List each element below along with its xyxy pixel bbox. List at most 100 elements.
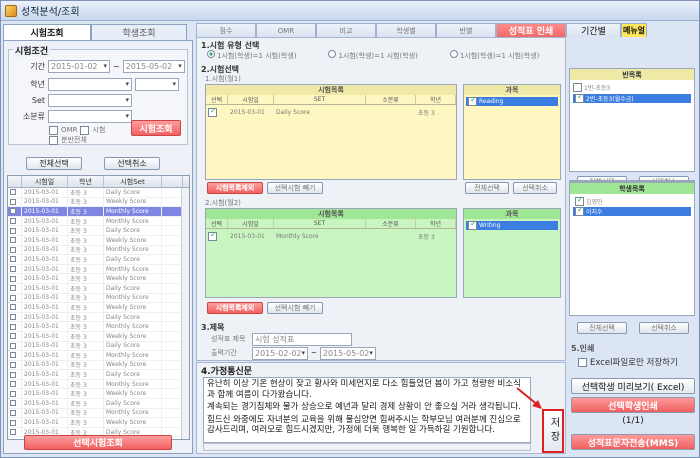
row-checkbox[interactable]	[10, 198, 16, 205]
exam1-remove-button[interactable]: 선택시험 빼기	[267, 182, 323, 194]
tab-by-student[interactable]: 학생별	[376, 23, 436, 37]
table-row[interactable]: 2015-03-01 초등 3 Monthly Score	[8, 207, 189, 217]
exam-type-radio-1[interactable]	[207, 50, 215, 58]
tab-by-period[interactable]: 기간별	[566, 23, 621, 37]
student-item-2-checkbox[interactable]	[575, 207, 584, 216]
student-deselect[interactable]: 선택취소	[639, 322, 689, 334]
class-select[interactable]: ▾	[48, 109, 132, 123]
table-row[interactable]: 2015-03-01 초등 3 Weekly Score	[8, 418, 189, 428]
row-checkbox[interactable]	[10, 429, 16, 436]
omr-checkbox[interactable]	[49, 125, 58, 135]
row-checkbox[interactable]	[10, 218, 16, 225]
row-checkbox[interactable]	[10, 275, 16, 282]
row-checkbox[interactable]	[10, 409, 16, 416]
row-checkbox[interactable]	[10, 304, 16, 311]
table-row[interactable]: 2015-03-01 초등 3 Daily Score	[8, 255, 189, 265]
exam1-subject-select-all[interactable]: 전체선택	[465, 182, 509, 194]
table-row[interactable]: 2015-03-01 초등 3 Daily Score	[8, 370, 189, 380]
class-item-2-checkbox[interactable]	[575, 94, 584, 103]
selected-exam-search-button[interactable]: 선택시험조회	[24, 435, 172, 450]
exam2-exclude-button[interactable]: 시험목록제외	[207, 302, 263, 314]
set-select[interactable]: ▾	[48, 93, 132, 107]
table-row[interactable]: 2015-03-01 초등 3 Weekly Score	[8, 235, 189, 246]
tab-omr[interactable]: OMR	[256, 23, 316, 37]
exam-list-scrollbar[interactable]	[181, 188, 189, 439]
table-row[interactable]: 2015-03-01 초등 3 Monthly Score	[8, 408, 189, 419]
table-row[interactable]: 2015-03-01 초등 3 Weekly Score	[8, 331, 189, 342]
row-checkbox[interactable]	[10, 256, 16, 263]
table-row[interactable]: 2015-03-01 초등 3 Monthly Score	[8, 379, 189, 390]
student-select-all[interactable]: 전체선택	[577, 322, 627, 334]
report-title-input[interactable]: 시험 성적표	[252, 332, 352, 346]
row-checkbox[interactable]	[10, 419, 16, 426]
row-checkbox[interactable]	[10, 189, 16, 196]
row-checkbox[interactable]	[10, 381, 16, 388]
row-checkbox[interactable]	[10, 237, 16, 244]
table-row[interactable]: 2015-03-01 초등 3 Daily Score	[8, 341, 189, 352]
table-row[interactable]: 2015-03-01 초등 3 Daily Score	[8, 283, 189, 294]
exam2-remove-button[interactable]: 선택시험 빼기	[267, 302, 323, 314]
tab-compare[interactable]: 비교	[316, 23, 376, 37]
row-checkbox[interactable]	[10, 371, 16, 378]
exam-checkbox[interactable]	[80, 125, 90, 135]
grade-sub-select[interactable]: ▾	[135, 77, 179, 91]
exam-type-radio-2[interactable]	[328, 50, 337, 58]
row-checkbox[interactable]	[10, 266, 16, 273]
exam1-subject-deselect[interactable]: 선택취소	[513, 182, 557, 194]
table-row[interactable]: 2015-03-01 초등 3 Daily Score	[8, 399, 189, 409]
save-button[interactable]: 저장	[542, 409, 564, 453]
grade-select[interactable]: ▾	[48, 77, 132, 91]
row-checkbox[interactable]	[10, 208, 16, 215]
table-row[interactable]: 2015-03-01 초등 3 Weekly Score	[8, 389, 189, 400]
exam2-row[interactable]: 2015-03-01 Monthly Score 초등 3	[206, 231, 456, 241]
newsletter-textarea[interactable]: 유난히 이상 기온 현상이 잦고 황사와 미세먼지로 다소 힘들었던 봄이 가고…	[203, 377, 531, 443]
row-checkbox[interactable]	[10, 361, 16, 368]
exam-search-button[interactable]: 시험조회	[131, 120, 181, 136]
table-row[interactable]: 2015-03-01 초등 3 Monthly Score	[8, 322, 189, 332]
send-mms-button[interactable]: 성적표문자전송(MMS)	[571, 434, 695, 450]
student-item-2[interactable]: 이지수	[573, 207, 691, 216]
row-checkbox[interactable]	[10, 246, 16, 253]
row-checkbox[interactable]	[10, 294, 16, 301]
exam1-subject-item[interactable]: Reading	[466, 97, 558, 106]
tab-report-print[interactable]: 성적표 인쇄	[496, 23, 566, 37]
table-row[interactable]: 2015-03-01 초등 3 Monthly Score	[8, 245, 189, 256]
exam1-row-checkbox[interactable]	[208, 107, 217, 117]
date-to-picker[interactable]: 2015-05-02 ▾	[122, 59, 185, 73]
tab-score[interactable]: 점수	[196, 23, 256, 37]
print-selected-button[interactable]: 선택학생인쇄	[571, 397, 695, 413]
class-item-1[interactable]: 1반-초등3	[573, 83, 610, 92]
full-class-checkbox[interactable]	[49, 135, 58, 145]
print-period-to[interactable]: 2015-05-02 ▾	[319, 346, 376, 360]
row-checkbox[interactable]	[10, 285, 16, 292]
row-checkbox[interactable]	[10, 342, 16, 349]
row-checkbox[interactable]	[10, 314, 16, 321]
date-from-picker[interactable]: 2015-01-02 ▾	[48, 59, 110, 73]
row-checkbox[interactable]	[10, 400, 16, 407]
exam1-row[interactable]: 2015-03-01 Daily Score 초등 3	[206, 107, 456, 117]
row-checkbox[interactable]	[10, 333, 16, 340]
table-row[interactable]: 2015-03-01 초등 3 Monthly Score	[8, 293, 189, 304]
exam2-subject-checkbox[interactable]	[468, 221, 477, 230]
tab-exam-search[interactable]: 시험조회	[3, 24, 91, 40]
newsletter-hscrollbar[interactable]	[203, 443, 531, 451]
print-period-from[interactable]: 2015-02-02 ▾	[252, 346, 308, 360]
row-checkbox[interactable]	[10, 390, 16, 397]
row-checkbox[interactable]	[10, 352, 16, 359]
tab-manual[interactable]: 메뉴얼	[621, 23, 647, 37]
student-item-1[interactable]: 김영민	[573, 197, 691, 206]
left-deselect-all-button[interactable]: 선택취소	[104, 157, 160, 170]
row-checkbox[interactable]	[10, 323, 16, 330]
table-row[interactable]: 2015-03-01 초등 3 Daily Score	[8, 188, 189, 198]
table-row[interactable]: 2015-03-01 초등 3 Monthly Score	[8, 216, 189, 227]
table-row[interactable]: 2015-03-01 초등 3 Daily Score	[8, 226, 189, 236]
left-select-all-button[interactable]: 전체선택	[26, 157, 82, 170]
exam1-subject-checkbox[interactable]	[468, 97, 477, 106]
preview-excel-button[interactable]: 선택학생 미리보기( Excel)	[571, 378, 695, 394]
table-row[interactable]: 2015-03-01 초등 3 Monthly Score	[8, 264, 189, 275]
table-row[interactable]: 2015-03-01 초등 3 Daily Score	[8, 312, 189, 323]
tab-student-search[interactable]: 학생조회	[91, 24, 187, 40]
exam1-exclude-button[interactable]: 시험목록제외	[207, 182, 263, 194]
table-row[interactable]: 2015-03-01 초등 3 Weekly Score	[8, 303, 189, 313]
exam2-row-checkbox[interactable]	[208, 231, 217, 241]
